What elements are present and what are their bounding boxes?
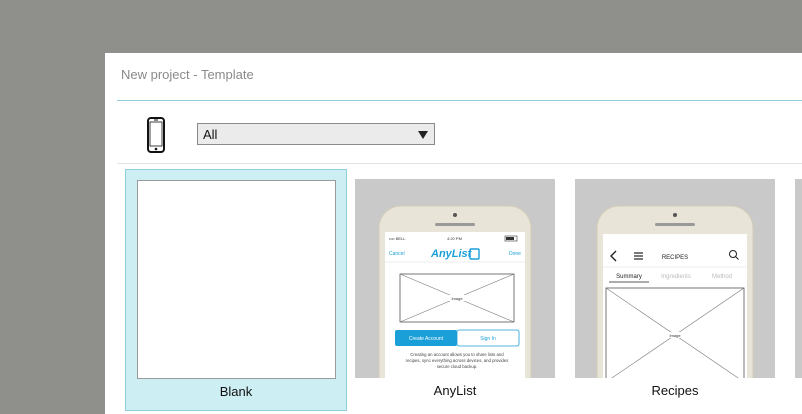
anylist-thumbnail: •••• BELL 4:20 PM Cancel AnyList Done Im… xyxy=(355,179,555,378)
anylist-status-time: 4:20 PM xyxy=(447,236,462,241)
anylist-done-link: Done xyxy=(509,251,521,257)
anylist-body-line: recipes, sync everything across devices,… xyxy=(406,358,509,363)
dialog-title: New project - Template xyxy=(121,67,254,82)
anylist-status-carrier: •••• BELL xyxy=(389,236,406,241)
next-template-thumbnail-partial[interactable] xyxy=(795,179,802,378)
anylist-sign-in-button: Sign In xyxy=(480,336,496,342)
anylist-cancel-link: Cancel xyxy=(389,251,405,257)
template-label: Recipes xyxy=(651,383,699,398)
recipes-tab-summary: Summary xyxy=(616,274,642,280)
title-divider xyxy=(117,100,802,101)
grid-divider xyxy=(117,163,802,164)
anylist-logo: AnyList xyxy=(430,248,473,260)
template-label: AnyList xyxy=(433,383,477,398)
recipes-header-title: RECIPES xyxy=(662,255,688,261)
phone-icon[interactable] xyxy=(147,117,165,153)
recipes-tab-method: Method xyxy=(712,274,732,280)
recipes-thumbnail: RECIPES Summary Ingredients Method Image xyxy=(575,179,775,378)
anylist-body-line: Creating an account allows you to share … xyxy=(410,352,504,357)
blank-thumbnail xyxy=(137,180,336,379)
filter-selected-value: All xyxy=(203,127,218,142)
anylist-body-line: secure cloud backup. xyxy=(437,364,478,369)
recipes-tab-ingredients: Ingredients xyxy=(661,274,691,280)
template-card-recipes[interactable]: RECIPES Summary Ingredients Method Image… xyxy=(575,169,797,411)
template-card-blank[interactable]: Blank xyxy=(125,169,347,411)
template-card-anylist[interactable]: •••• BELL 4:20 PM Cancel AnyList Done Im… xyxy=(355,169,577,411)
chevron-down-icon xyxy=(418,131,428,139)
template-label: Blank xyxy=(219,384,253,399)
template-filter-select[interactable]: All xyxy=(197,123,435,145)
new-project-dialog: New project - Template All Blank •••• BE… xyxy=(105,53,802,414)
anylist-image-label: Image xyxy=(451,296,463,301)
recipes-image-label: Image xyxy=(669,333,681,338)
anylist-create-account-button: Create Account xyxy=(409,336,444,342)
